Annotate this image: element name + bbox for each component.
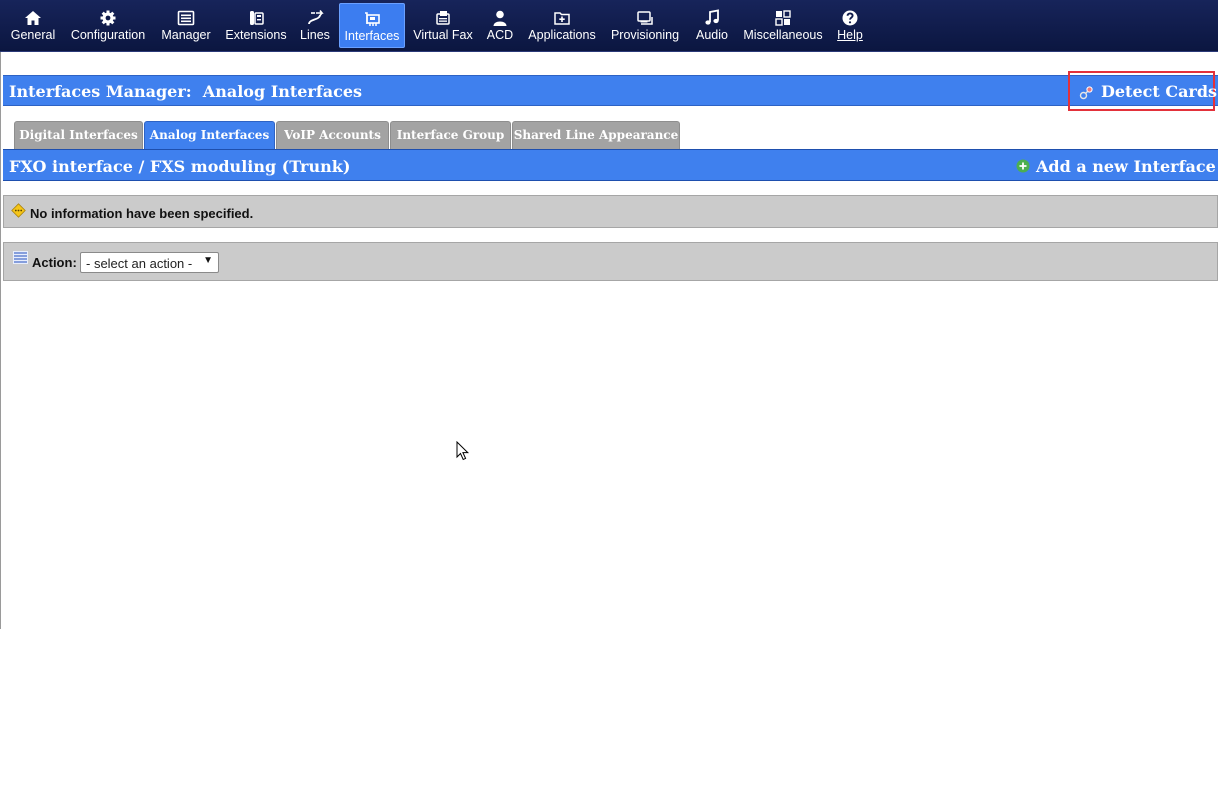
detect-cards-button[interactable]: Detect Cards — [1068, 71, 1218, 111]
nav-interfaces[interactable]: Interfaces — [339, 3, 405, 48]
nav-label: Help — [837, 28, 863, 42]
nav-label: ACD — [486, 28, 514, 42]
device-icon — [635, 9, 655, 27]
section-header-bar: FXO interface / FXS moduling (Trunk) Add… — [3, 149, 1218, 181]
gear-icon — [98, 9, 118, 27]
nav-configuration[interactable]: Configuration — [68, 3, 148, 48]
list-window-icon — [176, 9, 196, 27]
page-title: Interfaces Manager: Analog Interfaces — [9, 82, 363, 101]
nav-extensions[interactable]: Extensions — [224, 3, 288, 48]
interface-card-icon — [362, 10, 382, 28]
nav-audio[interactable]: Audio — [692, 3, 732, 48]
add-interface-label: Add a new Interface — [1036, 157, 1216, 176]
action-panel: Action: - select an action - ▼ — [3, 242, 1218, 281]
nav-virtual-fax[interactable]: Virtual Fax — [412, 3, 474, 48]
agent-icon — [490, 9, 510, 27]
dropdown-arrow-icon: ▼ — [203, 255, 213, 266]
tab-shared-line-appearance[interactable]: Shared Line Appearance — [512, 121, 680, 149]
nav-label: Extensions — [225, 28, 287, 42]
nav-manager[interactable]: Manager — [159, 3, 213, 48]
question-icon — [840, 9, 860, 27]
tab-analog-interfaces[interactable]: Analog Interfaces — [144, 121, 275, 149]
section-title: FXO interface / FXS moduling (Trunk) — [9, 157, 351, 176]
tab-voip-accounts[interactable]: VoIP Accounts — [276, 121, 389, 149]
nav-label: Manager — [161, 28, 211, 42]
nav-miscellaneous[interactable]: Miscellaneous — [742, 3, 824, 48]
home-icon — [23, 9, 43, 27]
page-header-bar: Interfaces Manager: Analog Interfaces — [3, 75, 1218, 106]
info-message-panel: No information have been specified. — [3, 195, 1218, 228]
add-interface-button[interactable]: Add a new Interface — [1016, 156, 1216, 176]
nav-label: Miscellaneous — [743, 28, 823, 42]
action-select-value: - select an action - — [86, 256, 193, 271]
nav-label: Applications — [528, 28, 596, 42]
info-warning-icon — [11, 203, 26, 218]
detect-cards-label: Detect Cards — [1101, 82, 1218, 101]
nav-lines[interactable]: Lines — [298, 3, 332, 48]
nav-label: Provisioning — [610, 28, 680, 42]
nav-applications[interactable]: Applications — [526, 3, 598, 48]
grid-icon — [773, 9, 793, 27]
page-left-border — [0, 52, 1, 629]
add-circle-icon — [1016, 159, 1030, 173]
nav-label: Virtual Fax — [413, 28, 473, 42]
folder-plus-icon — [552, 9, 572, 27]
list-icon — [13, 251, 28, 264]
nav-help[interactable]: Help — [834, 3, 866, 48]
action-select[interactable]: - select an action - ▼ — [80, 252, 219, 273]
mouse-pointer-icon — [456, 441, 470, 461]
detect-link-icon — [1079, 85, 1094, 100]
route-arrow-icon — [305, 9, 325, 27]
nav-provisioning[interactable]: Provisioning — [609, 3, 681, 48]
tab-interface-group[interactable]: Interface Group — [390, 121, 511, 149]
nav-general[interactable]: General — [9, 3, 57, 48]
tab-digital-interfaces[interactable]: Digital Interfaces — [14, 121, 143, 149]
music-note-icon — [702, 9, 722, 27]
nav-label: Audio — [696, 28, 728, 42]
nav-acd[interactable]: ACD — [484, 3, 516, 48]
phone-icon — [246, 9, 266, 27]
action-label: Action: — [32, 255, 77, 270]
fax-icon — [433, 9, 453, 27]
nav-label: Interfaces — [344, 29, 400, 43]
main-nav-bar: General Configuration Manager Extensions… — [0, 0, 1218, 52]
nav-label: Lines — [300, 28, 330, 42]
nav-label: General — [10, 28, 56, 42]
nav-label: Configuration — [70, 28, 146, 42]
info-message: No information have been specified. — [30, 206, 254, 221]
